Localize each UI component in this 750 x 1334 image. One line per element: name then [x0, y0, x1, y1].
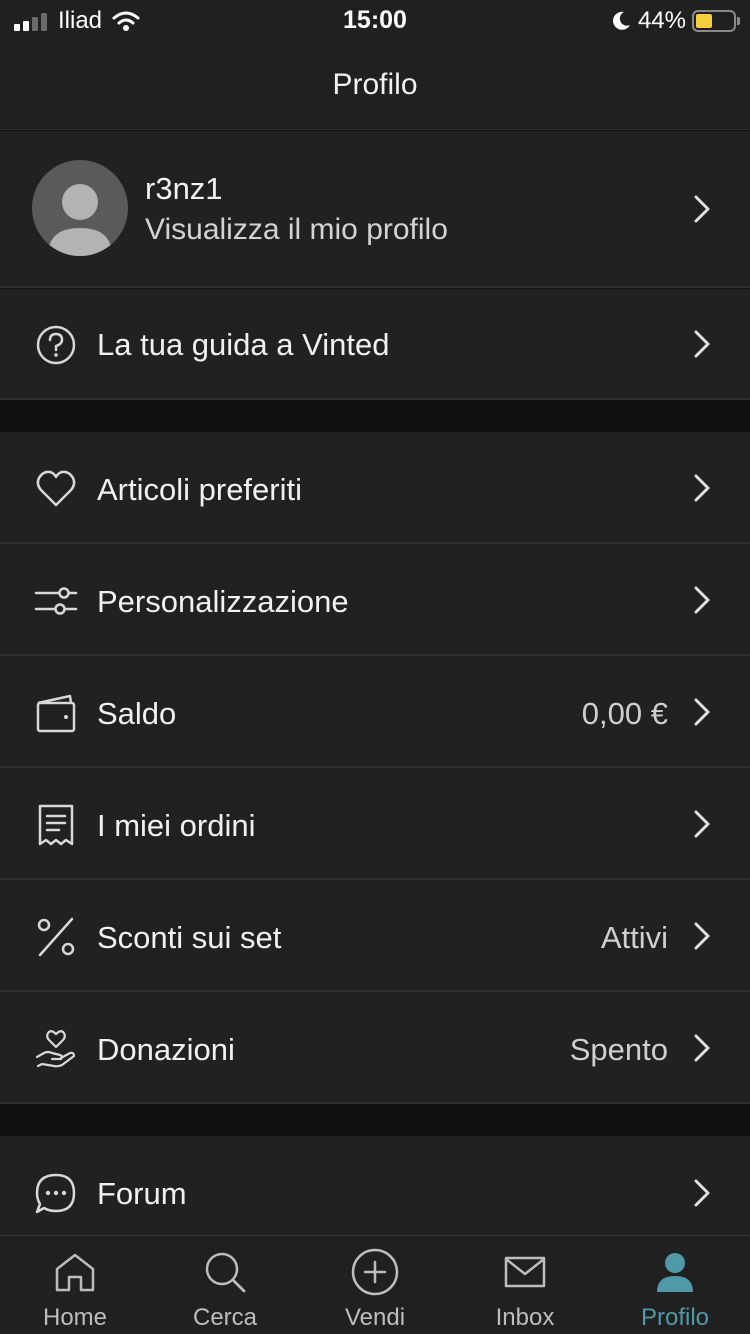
page-title: Profilo [332, 68, 418, 101]
home-icon [55, 1253, 95, 1292]
chevron-right-icon [694, 586, 710, 614]
menu-item-label: Personalizzazione [97, 584, 349, 619]
menu-item-label: Articoli preferiti [97, 472, 302, 507]
profile-row[interactable]: r3nz1 Visualizza il mio profilo [0, 131, 750, 288]
avatar [32, 160, 128, 256]
chevron-right-icon [694, 810, 710, 838]
view-profile-label: Visualizza il mio profilo [145, 213, 448, 246]
tab-sell[interactable]: Vendi [300, 1236, 450, 1334]
guide-row[interactable]: La tua guida a Vinted [0, 289, 750, 400]
menu-item-balance[interactable]: Saldo 0,00 € [0, 656, 750, 768]
wallet-icon [36, 694, 76, 733]
chevron-right-icon [694, 698, 710, 726]
tab-label: Home [42, 1304, 108, 1331]
menu-item-label: Sconti sui set [97, 920, 282, 955]
battery-percentage: 44% [637, 7, 686, 34]
tab-label: Cerca [192, 1304, 258, 1331]
menu-item-orders[interactable]: I miei ordini [0, 768, 750, 880]
menu-item-label: Forum [97, 1176, 187, 1211]
heart-icon [36, 470, 76, 507]
moon-icon [613, 11, 630, 30]
mail-icon [504, 1256, 546, 1288]
menu-item-personalization[interactable]: Personalizzazione [0, 544, 750, 656]
battery-level [696, 14, 712, 28]
chevron-right-icon [694, 330, 710, 358]
donation-hand-icon [35, 1030, 76, 1068]
guide-label: La tua guida a Vinted [97, 327, 390, 362]
question-circle-icon [36, 325, 76, 365]
plus-circle-icon [351, 1248, 399, 1296]
donations-status: Spento [569, 1032, 668, 1067]
menu-item-favorites[interactable]: Articoli preferiti [0, 432, 750, 544]
chevron-right-icon [694, 1179, 710, 1207]
chevron-right-icon [694, 195, 710, 223]
section-gap [0, 401, 750, 432]
default-avatar-icon [48, 184, 112, 256]
chat-bubble-icon [35, 1173, 76, 1214]
bundle-discounts-status: Attivi [600, 920, 668, 955]
tab-profile[interactable]: Profilo [600, 1236, 750, 1334]
battery-icon [692, 10, 740, 32]
tab-search[interactable]: Cerca [150, 1236, 300, 1334]
menu-item-forum[interactable]: Forum [0, 1136, 750, 1248]
navigation-bar: Profilo [0, 42, 750, 130]
section-gap [0, 1105, 750, 1136]
tab-home[interactable]: Home [0, 1236, 150, 1334]
username: r3nz1 [145, 171, 223, 206]
balance-value: 0,00 € [581, 696, 668, 731]
chevron-right-icon [694, 922, 710, 950]
menu-item-donations[interactable]: Donazioni Spento [0, 992, 750, 1104]
tab-bar: Home Cerca Vendi Inbox Profilo [0, 1235, 750, 1334]
menu-item-label: Saldo [97, 696, 177, 731]
receipt-icon [38, 804, 74, 846]
tab-label: Vendi [344, 1304, 406, 1331]
tab-label: Profilo [640, 1304, 710, 1331]
menu-item-bundle-discounts[interactable]: Sconti sui set Attivi [0, 880, 750, 992]
chevron-right-icon [694, 1034, 710, 1062]
search-icon [205, 1252, 246, 1293]
sliders-icon [34, 587, 78, 615]
status-bar: Iliad 15:00 44% [0, 0, 750, 42]
menu-item-label: I miei ordini [97, 808, 256, 843]
status-bar-right: 44% [610, 7, 740, 34]
chevron-right-icon [694, 474, 710, 502]
tab-label: Inbox [495, 1304, 555, 1331]
tab-inbox[interactable]: Inbox [450, 1236, 600, 1334]
percent-icon [37, 917, 75, 957]
menu-item-label: Donazioni [97, 1032, 235, 1067]
profile-icon [657, 1253, 693, 1292]
